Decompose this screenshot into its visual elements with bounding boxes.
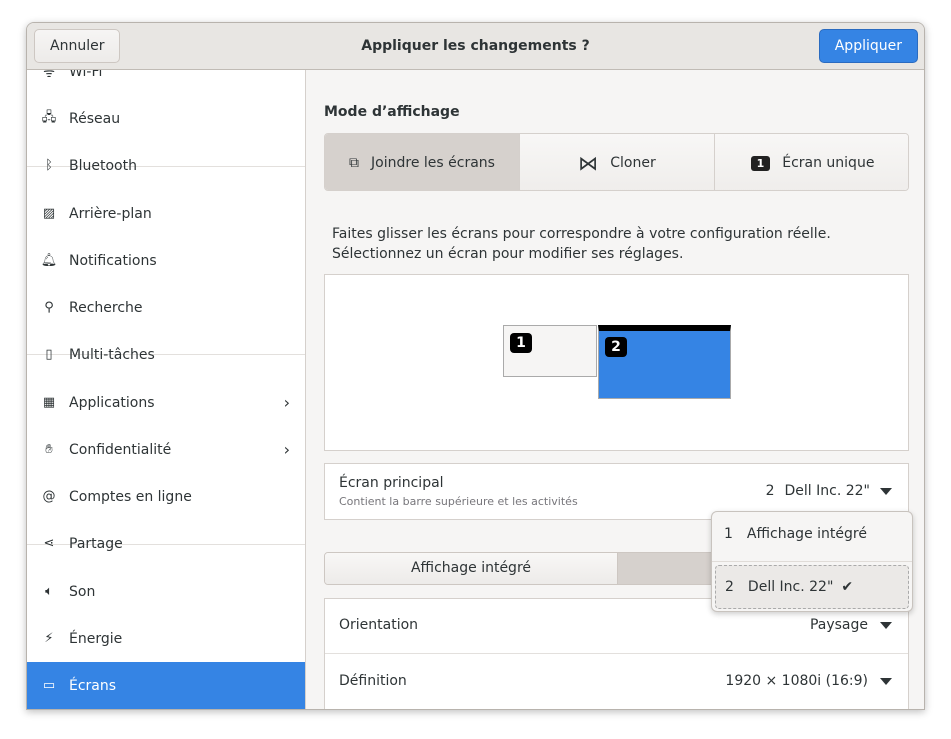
tab-builtin-display[interactable]: Affichage intégré [325, 553, 618, 584]
sidebar-item-label: Arrière-plan [69, 205, 152, 222]
definition-row[interactable]: Définition 1920 × 1080i (16:9) [325, 655, 908, 709]
sidebar-item-applications[interactable]: ▦ Applications › [27, 379, 305, 426]
primary-sublabel: Contient la barre supérieure et les acti… [339, 495, 578, 508]
definition-value: 1920 × 1080i (16:9) [725, 673, 868, 689]
popover-item-dell[interactable]: 2 Dell Inc. 22" ✔ [715, 565, 909, 609]
network-icon: 🖧 [41, 109, 57, 125]
mode-mirror-button[interactable]: ⋈ Cloner [520, 134, 715, 190]
background-icon: ▨ [42, 206, 56, 221]
display-icon: ▭ [42, 678, 56, 693]
item-num: 1 [724, 526, 733, 542]
sidebar-item-label: Confidentialité [69, 441, 172, 458]
power-icon: ⚡︎ [44, 631, 54, 646]
definition-dropdown[interactable]: 1920 × 1080i (16:9) [725, 673, 892, 689]
cancel-button[interactable]: Annuler [34, 29, 121, 63]
wifi-icon: ᯤ [43, 70, 55, 81]
join-displays-icon: ⧉ [349, 155, 360, 171]
sidebar-item-partage[interactable]: ⋖ Partage [27, 520, 305, 567]
sidebar-item-label: Réseau [69, 110, 121, 127]
sidebar-item-label: Notifications [69, 252, 157, 269]
dialog-title: Appliquer les changements ? [361, 38, 590, 54]
primary-display-popover: 1 Affichage intégré 2 Dell Inc. 22" ✔ [711, 511, 913, 612]
sidebar-item-label: Recherche [69, 299, 143, 316]
mode-label: Écran unique [782, 155, 875, 171]
definition-label: Définition [339, 673, 407, 689]
mode-label: Joindre les écrans [371, 155, 495, 171]
sidebar-item-e-nergie[interactable]: ⚡︎ Énergie [27, 615, 305, 662]
sidebar: ᯤ Wi-Fi 🖧 Réseau ᛒ Bluetooth ▨ Arrière-plan 🔔︎ No… [27, 70, 306, 709]
orientation-value: Paysage [809, 617, 868, 633]
primary-num: 2 [765, 483, 775, 499]
popover-item-builtin[interactable]: 1 Affichage intégré [724, 526, 867, 542]
sidebar-item-e-crans[interactable]: ▭ Écrans [27, 662, 305, 709]
single-display-icon: 1 [750, 155, 771, 171]
multitasking-icon: ▯ [45, 347, 53, 362]
sidebar-item-bluetooth[interactable]: ᛒ Bluetooth [27, 142, 305, 189]
monitor-number: 2 [605, 337, 627, 357]
orientation-label: Orientation [339, 617, 419, 633]
mirror-icon: ⋈ [578, 151, 599, 175]
chevron-right-icon: › [283, 440, 290, 459]
sidebar-item-recherche[interactable]: ⚲ Recherche [27, 284, 305, 331]
divider [712, 561, 912, 562]
share-icon: ⋖ [43, 536, 55, 551]
item-label: Dell Inc. 22" [747, 579, 834, 595]
monitor-2[interactable]: 2 [598, 325, 731, 399]
sidebar-item-confidentialite-[interactable]: ✋︎ Confidentialité › [27, 426, 305, 473]
mode-title: Mode d’affichage [324, 104, 460, 120]
main-panel: Mode d’affichage ⧉ Joindre les écrans ⋈ Cl… [307, 70, 924, 709]
dropdown-arrow-icon [880, 487, 892, 495]
sidebar-item-label: Applications [69, 394, 155, 411]
apply-button[interactable]: Appliquer [818, 29, 918, 63]
mode-label: Cloner [610, 155, 656, 171]
primary-value: Dell Inc. 22" [784, 483, 870, 499]
apps-icon: ▦ [42, 395, 56, 410]
search-icon: ⚲ [44, 300, 54, 315]
checkmark-icon: ✔ [841, 579, 854, 595]
at-icon: @ [42, 489, 56, 504]
sidebar-item-label: Bluetooth [69, 157, 137, 174]
sidebar-item-label: Comptes en ligne [69, 488, 192, 505]
chevron-right-icon: › [283, 393, 290, 412]
arrangement-hint: Faites glisser les écrans pour correspon… [332, 226, 831, 262]
dropdown-arrow-icon [880, 677, 892, 685]
sidebar-item-label: Partage [69, 535, 123, 552]
orientation-dropdown[interactable]: Paysage [810, 617, 892, 633]
sidebar-item-label: Multi-tâches [69, 346, 155, 363]
sidebar-item-multi-ta-ches[interactable]: ▯ Multi-tâches [27, 331, 305, 378]
display-arrangement: 1 2 [324, 274, 909, 451]
sidebar-item-arrie-re-plan[interactable]: ▨ Arrière-plan [27, 190, 305, 237]
item-num: 2 [725, 579, 734, 595]
bluetooth-icon: ᛒ [45, 158, 53, 173]
sidebar-item-label: Son [69, 583, 96, 600]
speaker-icon: 🔈︎ [45, 584, 53, 599]
sidebar-item-notifications[interactable]: 🔔︎ Notifications [27, 237, 305, 284]
header-bar: Appliquer les changements ? Annuler Appl… [27, 23, 924, 70]
item-label: Affichage intégré [746, 526, 867, 542]
sidebar-item-label: Écrans [69, 677, 117, 694]
mode-single-button[interactable]: 1 Écran unique [715, 134, 908, 190]
hand-icon: ✋︎ [45, 442, 53, 457]
sidebar-item-comptes-en-ligne[interactable]: @ Comptes en ligne [27, 473, 305, 520]
display-settings-list: Orientation Paysage Définition 1920 × 10… [324, 598, 909, 709]
bell-icon: 🔔︎ [40, 253, 58, 268]
sidebar-item-label: Énergie [69, 630, 123, 647]
sidebar-item-son[interactable]: 🔈︎ Son [27, 568, 305, 615]
mode-switcher: ⧉ Joindre les écrans ⋈ Cloner 1 Écran uniqu… [324, 133, 909, 191]
sidebar-item-label: Wi-Fi [69, 70, 103, 80]
primary-label: Écran principal [339, 475, 444, 491]
monitor-number: 1 [510, 333, 532, 353]
monitor-1[interactable]: 1 [503, 325, 597, 377]
primary-display-dropdown[interactable]: 2 Dell Inc. 22" [766, 483, 892, 499]
dropdown-arrow-icon [880, 621, 892, 629]
mode-join-button[interactable]: ⧉ Joindre les écrans [325, 134, 520, 190]
sidebar-item-wi-fi[interactable]: ᯤ Wi-Fi [27, 70, 305, 95]
sidebar-item-re-seau[interactable]: 🖧 Réseau [27, 95, 305, 142]
